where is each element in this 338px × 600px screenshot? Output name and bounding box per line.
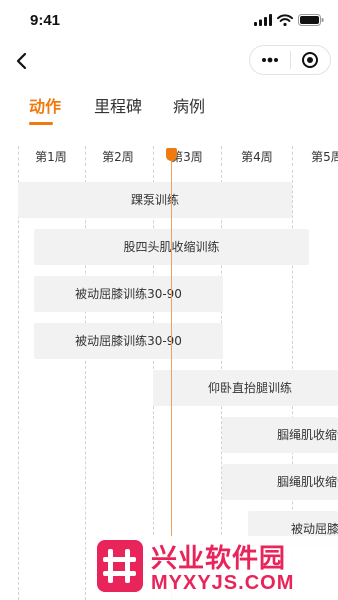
wifi-icon	[277, 14, 293, 26]
capsule-menu	[249, 45, 331, 75]
task-label: 被动屈膝训练30-90	[75, 287, 182, 301]
week-divider	[153, 146, 154, 166]
tab-cases[interactable]: 病例	[173, 94, 205, 120]
target-circle-icon	[302, 52, 319, 68]
back-button[interactable]	[10, 48, 32, 74]
close-miniprogram-button[interactable]	[290, 46, 330, 74]
week-label: 第2周	[102, 150, 134, 164]
task-bar[interactable]: 仰卧直抬腿训练	[153, 370, 338, 406]
task-bar[interactable]: 被动屈膝训练30-90	[34, 276, 223, 312]
status-time: 9:41	[30, 12, 61, 29]
watermark: 兴业软件园 MYXYJS.COM	[93, 536, 338, 600]
task-label: 被动屈膝训练30-90	[75, 334, 182, 348]
task-bar[interactable]: 被动屈膝训练30-90	[34, 323, 223, 359]
gantt-timeline[interactable]: 第1周 第2周 第3周 第4周 第5周 踝泵训练 股四头肌收缩训练 被动屈膝训练…	[0, 140, 338, 600]
task-label: 腘绳肌收缩训	[277, 428, 338, 442]
week-divider	[292, 146, 293, 166]
week-divider	[221, 146, 222, 166]
week-divider	[18, 146, 19, 166]
grid-line	[18, 170, 19, 600]
week-label: 第1周	[35, 150, 67, 164]
status-bar: 9:41	[0, 0, 338, 44]
task-bar[interactable]: 腘绳肌收缩训	[222, 464, 338, 500]
week-label: 第4周	[241, 150, 273, 164]
week-label: 第5周	[311, 150, 338, 164]
watermark-url: MYXYJS.COM	[151, 572, 295, 594]
watermark-logo-icon	[97, 540, 143, 592]
tab-bar: 动作 里程碑 病例	[0, 94, 338, 126]
watermark-title: 兴业软件园	[151, 544, 287, 574]
tab-actions[interactable]: 动作	[29, 94, 61, 120]
tab-milestones[interactable]: 里程碑	[94, 94, 142, 120]
nav-bar	[0, 44, 338, 80]
task-bar[interactable]: 腘绳肌收缩训	[222, 417, 338, 453]
chevron-left-icon	[16, 52, 27, 70]
tab-active-indicator	[29, 122, 53, 125]
task-label: 踝泵训练	[130, 193, 179, 207]
more-dots-icon	[261, 57, 278, 63]
task-bar[interactable]: 踝泵训练	[18, 182, 292, 218]
task-label: 仰卧直抬腿训练	[208, 381, 293, 395]
current-time-line	[171, 148, 172, 600]
current-time-marker	[166, 148, 177, 161]
week-divider	[85, 146, 86, 166]
task-label: 腘绳肌收缩训	[277, 475, 338, 489]
more-button[interactable]	[250, 46, 290, 74]
status-icons	[254, 14, 324, 26]
battery-icon	[298, 14, 324, 26]
signal-icon	[254, 14, 272, 26]
